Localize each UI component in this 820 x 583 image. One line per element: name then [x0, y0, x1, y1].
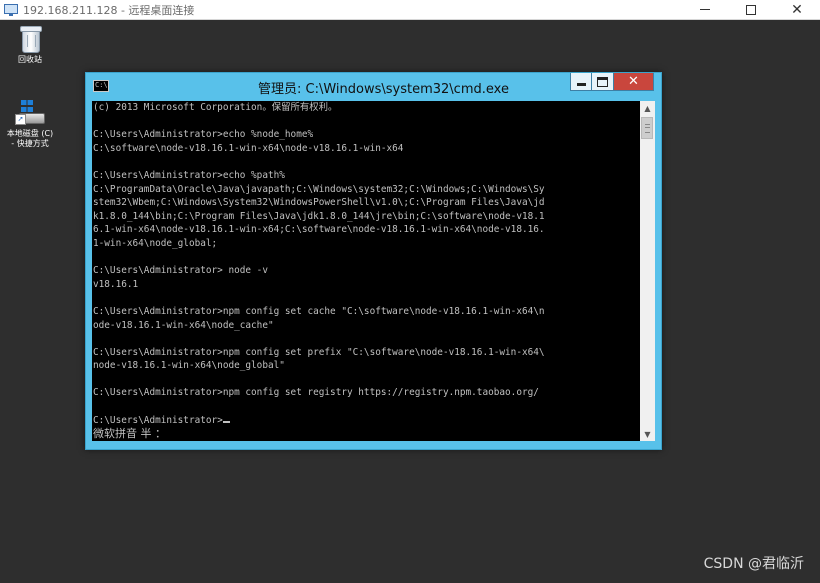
cmd-minimize-button[interactable]	[570, 73, 592, 91]
recycle-bin-icon	[19, 26, 42, 53]
csdn-watermark: CSDN @君临沂	[703, 556, 804, 572]
desktop-icon-label: 本地磁盘 (C) - 快捷方式	[6, 129, 54, 148]
desktop-icon-recycle-bin[interactable]: 回收站	[0, 26, 60, 65]
console-line: 1-win-x64\node_global;	[93, 237, 218, 249]
cmd-icon[interactable]: C:\	[93, 80, 109, 92]
minimize-button[interactable]	[682, 0, 728, 19]
console-scrollbar[interactable]: ▲ ▼	[640, 101, 655, 441]
console-line: C:\Users\Administrator>npm config set ca…	[93, 305, 545, 317]
console-line: ode-v18.16.1-win-x64\node_cache"	[93, 319, 274, 331]
console-line: C:\Users\Administrator> node -v	[93, 265, 268, 277]
console-line: C:\Users\Administrator>echo %node_home%	[93, 129, 314, 141]
console-line: 6.1-win-x64\node-v18.16.1-win-x64;C:\sof…	[93, 224, 545, 236]
console-line: C:\Users\Administrator>npm config set re…	[93, 387, 539, 399]
console-prompt-line[interactable]: C:\Users\Administrator>	[92, 414, 640, 428]
console-line: C:\ProgramData\Oracle\Java\javapath;C:\W…	[93, 183, 545, 195]
desktop-icon-local-disk[interactable]: ➚ 本地磁盘 (C) - 快捷方式	[0, 100, 60, 149]
remote-desktop-icon	[4, 3, 18, 16]
remote-desktop-titlebar: 192.168.211.128 - 远程桌面连接 ✕	[0, 0, 820, 20]
console-line: v18.16.1	[93, 278, 139, 290]
console-output[interactable]: (c) 2013 Microsoft Corporation。保留所有权利。 C…	[92, 101, 640, 441]
console-line: C:\Users\Administrator>npm config set pr…	[93, 346, 545, 358]
scrollbar-thumb[interactable]	[641, 117, 653, 139]
console-line: stem32\Wbem;C:\Windows\System32\WindowsP…	[93, 197, 545, 209]
local-disk-shortcut-icon: ➚	[15, 100, 45, 126]
console-line: node-v18.16.1-win-x64\node_global"	[93, 360, 285, 372]
remote-desktop-controls: ✕	[682, 0, 820, 19]
remote-desktop-title: 192.168.211.128 - 远程桌面连接	[23, 3, 195, 17]
scroll-up-button[interactable]: ▲	[640, 101, 655, 115]
cmd-titlebar[interactable]: C:\ 管理员: C:\Windows\system32\cmd.exe ✕	[86, 73, 661, 99]
console-line: C:\software\node-v18.16.1-win-x64\node-v…	[93, 142, 404, 154]
cmd-title: 管理员: C:\Windows\system32\cmd.exe	[258, 82, 509, 97]
desktop-icon-label: 回收站	[18, 55, 42, 64]
cmd-window[interactable]: C:\ 管理员: C:\Windows\system32\cmd.exe ✕ (…	[85, 72, 662, 450]
console-prompt: C:\Users\Administrator>	[93, 414, 223, 426]
console-line: k1.8.0_144\bin;C:\Program Files\Java\jdk…	[93, 210, 545, 222]
cmd-close-button[interactable]: ✕	[614, 73, 654, 91]
cmd-window-controls: ✕	[570, 73, 654, 91]
ime-status: 微软拼音 半 ：	[93, 427, 166, 441]
cmd-maximize-button[interactable]	[592, 73, 614, 91]
console-text: (c) 2013 Microsoft Corporation。保留所有权利。 C…	[92, 101, 640, 414]
console-line: (c) 2013 Microsoft Corporation。保留所有权利。	[93, 102, 338, 113]
scroll-down-button[interactable]: ▼	[640, 427, 655, 441]
console-line: C:\Users\Administrator>echo %path%	[93, 169, 285, 181]
text-cursor	[222, 420, 230, 423]
maximize-button[interactable]	[728, 0, 774, 19]
close-button[interactable]: ✕	[774, 0, 820, 19]
